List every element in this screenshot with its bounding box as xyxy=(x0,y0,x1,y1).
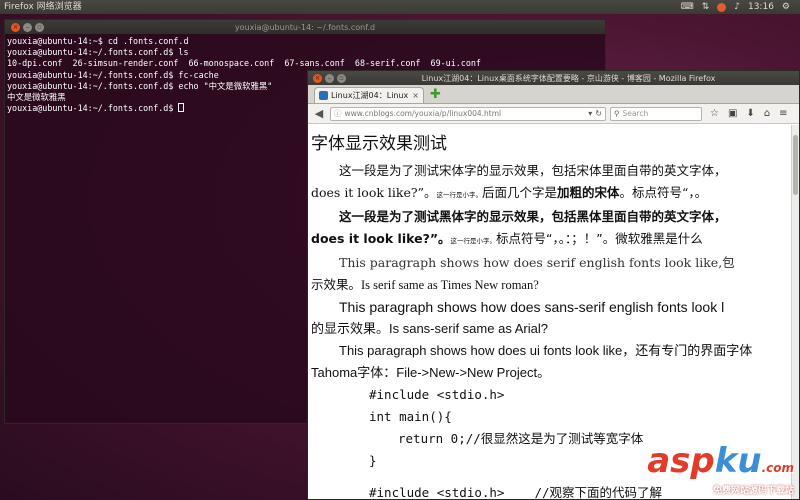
serif-paragraph-line-2: 示效果。Is serif same as Times New roman? xyxy=(311,274,799,296)
sans-serif-paragraph-line-1: This paragraph shows how does sans-serif… xyxy=(339,299,725,315)
terminal-line: youxia@ubuntu-14:~/.fonts.conf.d$ ls xyxy=(7,47,189,58)
small-text-note: 这一行是小字。 xyxy=(436,191,482,199)
terminal-titlebar[interactable]: × – ▫ youxia@ubuntu-14: ~/.fonts.conf.d xyxy=(5,20,605,34)
system-tray: ⌨ ⇅ ♪ 13:16 ⚙ xyxy=(681,0,790,14)
firefox-maximize-icon[interactable]: ▫ xyxy=(337,73,346,83)
simsun-paragraph-line-1: 这一段是为了测试宋体字的显示效果，包括宋体里面自带的英文字体， xyxy=(339,163,727,178)
terminal-close-icon[interactable]: × xyxy=(11,22,20,32)
terminal-window-buttons: × – ▫ xyxy=(11,22,44,32)
page-heading: 字体显示效果测试 xyxy=(311,134,447,154)
back-arrow-icon[interactable]: ◀ xyxy=(312,107,326,120)
top-panel: Firefox 网络浏览器 ⌨ ⇅ ♪ 13:16 ⚙ xyxy=(0,0,800,14)
bookmark-star-icon[interactable]: ☆ xyxy=(710,108,719,119)
search-icon: ⚲ xyxy=(614,109,620,118)
reload-icon[interactable]: ↻ xyxy=(595,109,602,118)
code-text: #include <stdio.h> xyxy=(369,485,505,499)
search-input[interactable]: Search xyxy=(623,109,649,118)
keyboard-icon[interactable]: ⌨ xyxy=(681,0,694,14)
cnblogs-favicon-icon xyxy=(319,91,328,100)
simsun-text: 后面几个字是 xyxy=(481,185,557,200)
site-identity-icon[interactable]: ⓘ xyxy=(334,108,342,119)
terminal-prompt: youxia@ubuntu-14:~/.fonts.conf.d$ xyxy=(7,103,179,114)
search-bar[interactable]: ⚲ Search xyxy=(610,106,702,121)
terminal-title: youxia@ubuntu-14: ~/.fonts.conf.d xyxy=(234,22,376,32)
reading-list-icon[interactable]: ▣ xyxy=(728,108,737,119)
clock[interactable]: 13:16 xyxy=(748,0,774,14)
simsun-text: does it look like?”。 xyxy=(311,185,437,200)
code-line: int main(){ xyxy=(369,409,452,424)
terminal-cursor xyxy=(178,103,185,113)
page-scrollbar[interactable] xyxy=(791,125,799,499)
volume-icon[interactable]: ♪ xyxy=(734,0,740,14)
serif-text: 示效果。 xyxy=(311,277,362,292)
watermark-logo: aspku.com xyxy=(647,441,794,481)
tab-active[interactable]: Linux江湖04：Linux... × xyxy=(314,87,424,103)
bold-simsun-text: 加粗的宋体 xyxy=(556,185,620,200)
heiti-paragraph-line-2: does it look like?”。这一行是小字。标点符号“，。：；！”。微… xyxy=(311,228,799,252)
firefox-minimize-icon[interactable]: – xyxy=(325,73,334,83)
firefox-title: Linux江湖04：Linux桌面系统字体配置要略 - 京山游侠 - 博客园 -… xyxy=(421,73,716,83)
tab-close-icon[interactable]: × xyxy=(412,91,419,100)
site-watermark: aspku.com 免费网站源码下载站 xyxy=(647,444,794,496)
navigation-toolbar: ◀ ⓘ www.cnblogs.com/youxia/p/linux004.ht… xyxy=(308,104,799,124)
simsun-paragraph-line-2: does it look like?”。这一行是小字。后面几个字是加粗的宋体。标… xyxy=(311,182,799,206)
power-gear-icon[interactable]: ⚙ xyxy=(782,0,790,14)
new-tab-icon[interactable]: ✚ xyxy=(430,87,441,103)
download-icon[interactable]: ⬇ xyxy=(746,108,754,119)
sans-serif-paragraph-line-2: 的显示效果。Is sans-serif same as Arial? xyxy=(311,321,548,336)
scrollbar-thumb[interactable] xyxy=(793,135,798,195)
update-alert-icon[interactable] xyxy=(717,2,727,12)
firefox-close-icon[interactable]: × xyxy=(313,73,322,83)
small-text-note: 这一行是小字。 xyxy=(450,237,497,245)
heiti-paragraph-line-1: 这一段是为了测试黑体字的显示效果，包括黑体里面自带的英文字体， xyxy=(339,209,727,224)
simsun-text: 。标点符号“，。 xyxy=(619,185,708,200)
home-icon[interactable]: ⌂ xyxy=(764,108,770,119)
firefox-titlebar[interactable]: × – ▫ Linux江湖04：Linux桌面系统字体配置要略 - 京山游侠 -… xyxy=(308,71,799,85)
url-bar[interactable]: ⓘ www.cnblogs.com/youxia/p/linux004.html… xyxy=(330,106,606,121)
tab-bar: Linux江湖04：Linux... × ✚ xyxy=(308,85,799,104)
terminal-minimize-icon[interactable]: – xyxy=(23,22,32,32)
dropdown-arrow-icon[interactable]: ▾ xyxy=(588,109,592,118)
ui-font-paragraph-line-2: Tahoma字体：File->New->New Project。 xyxy=(311,365,551,380)
code-line: #include <stdio.h> xyxy=(369,387,505,402)
network-icon[interactable]: ⇅ xyxy=(702,0,710,14)
heiti-text: does it look like?”。 xyxy=(311,231,451,246)
ui-font-paragraph-line-1: This paragraph shows how does ui fonts l… xyxy=(339,343,753,358)
code-comment: //观察下面的代码了解 xyxy=(534,485,663,499)
times-text: Is serif same as Times New roman? xyxy=(361,278,539,292)
heiti-text: 标点符号“，。：；！”。微软雅黑是什么 xyxy=(496,231,703,246)
menu-icon[interactable]: ≡ xyxy=(779,108,787,119)
url-text[interactable]: www.cnblogs.com/youxia/p/linux004.html xyxy=(345,109,586,118)
serif-paragraph-line-1: This paragraph shows how does serif engl… xyxy=(339,255,735,270)
firefox-window-buttons: × – ▫ xyxy=(313,73,346,83)
terminal-maximize-icon[interactable]: ▫ xyxy=(35,22,44,32)
toolbar-icons: ☆ ▣ ⬇ ⌂ ≡ xyxy=(710,108,788,119)
tab-label: Linux江湖04：Linux... xyxy=(331,91,410,100)
terminal-line: 10-dpi.conf 26-simsun-render.conf 66-mon… xyxy=(7,58,481,69)
terminal-line: youxia@ubuntu-14:~$ cd .fonts.conf.d xyxy=(7,36,189,46)
active-app-title: Firefox 网络浏览器 xyxy=(4,2,82,12)
firefox-window[interactable]: × – ▫ Linux江湖04：Linux桌面系统字体配置要略 - 京山游侠 -… xyxy=(307,70,800,500)
